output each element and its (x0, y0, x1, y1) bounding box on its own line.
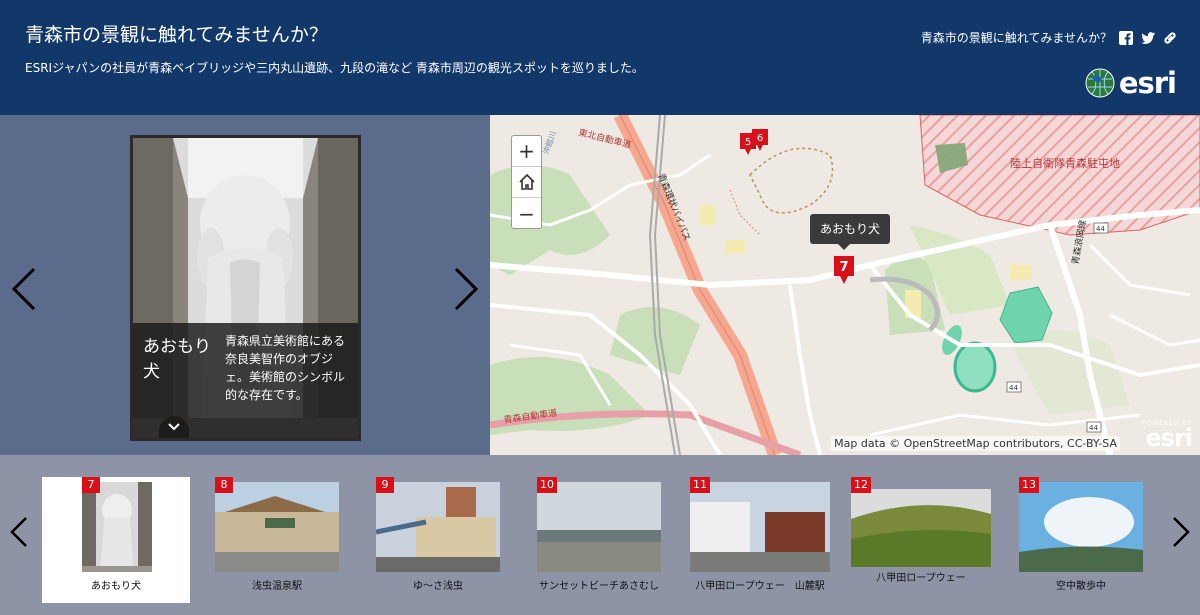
map-view[interactable]: 陸上自衛隊青森駐屯地 東北自動車道 青森自動車道 青森環状バイパス 沖館川 青森… (490, 115, 1200, 455)
thumbnail-10[interactable]: 10 サンセットビーチあさむし (537, 477, 661, 603)
zoom-control: + − (511, 135, 542, 229)
map-attribution[interactable]: Map data © OpenStreetMap contributors, C… (831, 436, 1120, 451)
esri-logo[interactable]: esri (1085, 66, 1177, 100)
thumbnail-image (215, 482, 339, 572)
story-title: あおもり犬 (143, 337, 211, 382)
next-arrow-icon[interactable] (450, 265, 482, 313)
thumbnail-label: サンセットビーチあさむし (539, 581, 659, 592)
home-button[interactable] (512, 167, 541, 198)
thumbnail-number: 8 (215, 477, 233, 493)
thumbnail-number: 7 (82, 477, 100, 493)
pin-label-6: 6 (757, 133, 763, 144)
header: 青森市の景観に触れてみませんか？ ESRIジャパンの社員が青森ベイブリッジや三内… (0, 0, 1200, 115)
zoom-out-button[interactable]: − (512, 198, 541, 229)
thumbnail-11[interactable]: 11 八甲田ロープウェー 山麓駅 (690, 477, 830, 603)
pin-label-5: 5 (745, 137, 751, 148)
thumbnail-label: 空中散歩中 (1056, 581, 1106, 592)
map-pin-6[interactable]: 6 (752, 129, 768, 155)
facebook-icon[interactable] (1118, 30, 1134, 46)
thumbnail-8[interactable]: 8 浅虫温泉駅 (215, 477, 339, 603)
thumbnail-label: 浅虫温泉駅 (252, 581, 302, 592)
share-bar: 青森市の景観に触れてみませんか？ (921, 29, 1178, 46)
thumbnail-13[interactable]: 13 空中散歩中 (1019, 477, 1143, 603)
home-icon (518, 173, 535, 190)
map-label-route-44-a: 44 (1096, 225, 1105, 233)
thumbnail-image (376, 482, 500, 572)
thumbnail-image (1019, 482, 1143, 572)
link-icon[interactable] (1162, 30, 1178, 46)
carousel-next-icon[interactable] (1170, 515, 1192, 549)
thumbnail-image (82, 482, 152, 572)
pin-label-7: 7 (839, 260, 848, 275)
logo-text: esri (1118, 66, 1177, 100)
thumbnail-carousel: 7 あおもり犬 8 浅虫温泉駅 9 ゆ〜さ浅虫 10 サンセットビーチあさむし … (0, 455, 1200, 615)
story-photo: あおもり犬 青森県立美術館にある奈良美智作のオブジェ。美術館のシンボル的な存在で… (130, 135, 361, 441)
page-subtitle: ESRIジャパンの社員が青森ベイブリッジや三内丸山遺跡、九段の滝など 青森市周辺… (25, 61, 644, 75)
share-label: 青森市の景観に触れてみませんか？ (920, 31, 1112, 45)
powered-by-logo: esri (1145, 424, 1193, 452)
carousel-previous-icon[interactable] (8, 515, 30, 549)
thumbnail-12[interactable]: 12 八甲田ロープウェー (851, 477, 991, 603)
zoom-in-button[interactable]: + (512, 136, 541, 167)
thumbnail-image (690, 482, 830, 572)
thumbnail-label: 八甲田ロープウェー 山麓駅 (695, 581, 825, 592)
map-pin-7[interactable]: 7 (834, 256, 854, 288)
collapse-caption-button[interactable] (159, 416, 189, 438)
story-panel: あおもり犬 青森県立美術館にある奈良美智作のオブジェ。美術館のシンボル的な存在で… (0, 115, 490, 455)
map-label-route-44-b: 44 (1009, 384, 1018, 392)
thumbnail-number: 13 (1019, 477, 1039, 493)
thumbnail-label: あおもり犬 (91, 581, 141, 592)
thumbnail-7[interactable]: 7 あおもり犬 (42, 477, 190, 603)
previous-arrow-icon[interactable] (8, 265, 40, 313)
page-title: 青森市の景観に触れてみませんか？ (25, 24, 328, 46)
thumbnail-number: 11 (690, 477, 710, 493)
thumbnail-9[interactable]: 9 ゆ〜さ浅虫 (376, 477, 500, 603)
twitter-icon[interactable] (1140, 30, 1156, 46)
thumbnail-image (537, 482, 661, 572)
thumbnail-label: 八甲田ロープウェー (876, 573, 966, 584)
thumbnail-number: 9 (376, 477, 394, 493)
thumbnail-image (851, 489, 991, 567)
thumbnail-label: ゆ〜さ浅虫 (413, 581, 463, 592)
story-description: 青森県立美術館にある奈良美智作のオブジェ。美術館のシンボル的な存在です。 (225, 334, 346, 402)
chevron-down-icon (168, 423, 180, 431)
thumbnail-number: 10 (537, 477, 557, 493)
map-label-route-44-c: 44 (1089, 424, 1098, 432)
map-label-jsdf: 陸上自衛隊青森駐屯地 (1010, 156, 1120, 170)
globe-icon (1085, 68, 1115, 98)
thumbnail-number: 12 (851, 477, 871, 493)
map-tooltip: あおもり犬 (810, 214, 891, 250)
powered-by-esri[interactable]: POWERED BY esri (1142, 420, 1193, 452)
